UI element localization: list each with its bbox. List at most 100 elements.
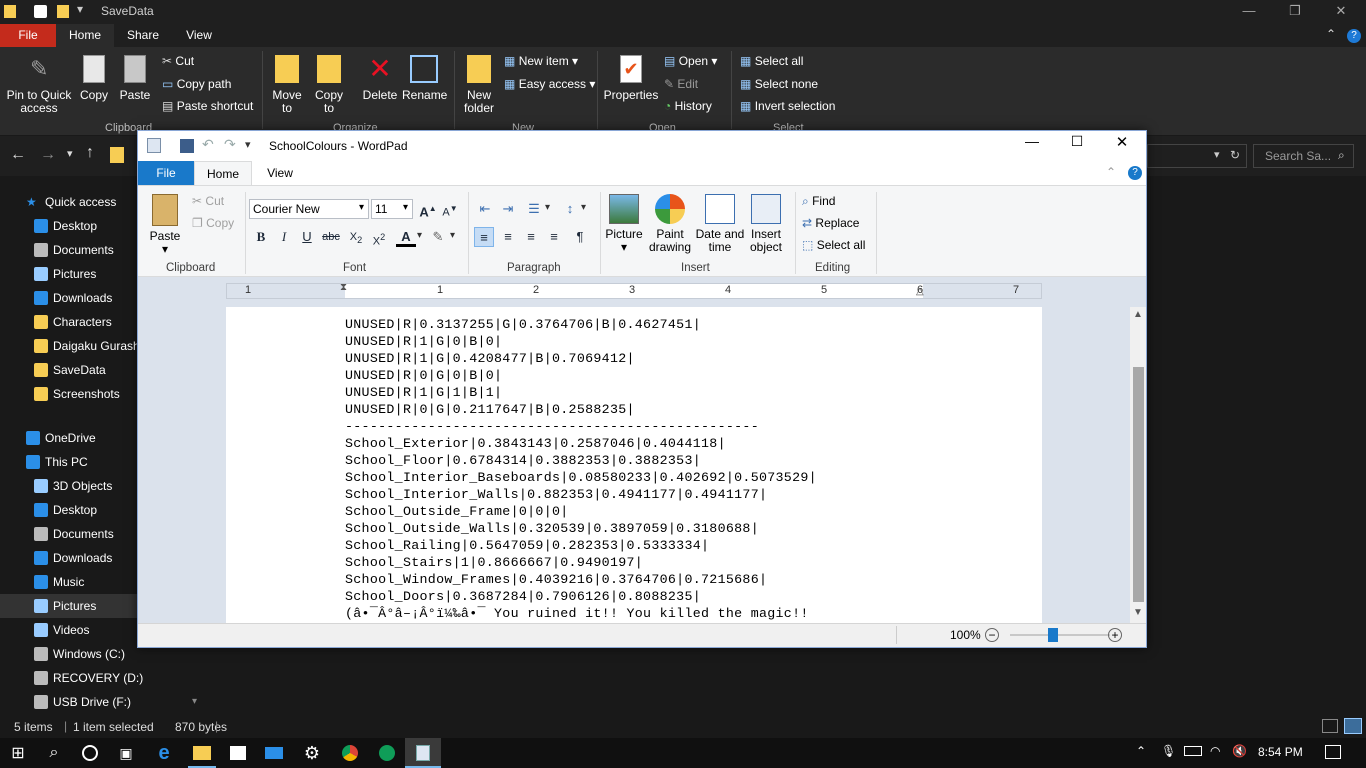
paste-shortcut-button[interactable]: ▤ Paste shortcut bbox=[162, 99, 253, 113]
nav-item-recovery-d[interactable]: RECOVERY (D:) bbox=[0, 666, 196, 690]
wordpad-copy-button[interactable]: ❐ Copy bbox=[192, 216, 234, 230]
store-taskbar-button[interactable] bbox=[220, 738, 256, 768]
font-size-select[interactable]: 11 ▾ bbox=[371, 199, 413, 219]
wordpad-select-all-button[interactable]: ⬚ Select all bbox=[802, 238, 865, 252]
battery-icon[interactable] bbox=[1184, 746, 1202, 756]
increase-indent-icon[interactable]: ⇥ bbox=[498, 199, 518, 219]
copy-path-button[interactable]: ▭ Copy path bbox=[162, 77, 231, 91]
select-none-button[interactable]: ▦ Select none bbox=[740, 77, 818, 91]
wordpad-cut-button[interactable]: ✂ Cut bbox=[192, 194, 224, 208]
wordpad-close-button[interactable]: ✕ bbox=[1108, 133, 1136, 157]
settings-taskbar-button[interactable]: ⚙ bbox=[294, 738, 330, 768]
show-hidden-icons-icon[interactable]: ⌃ bbox=[1136, 744, 1146, 758]
file-explorer-taskbar-button[interactable] bbox=[184, 738, 220, 768]
properties-button[interactable]: ✔ Properties bbox=[603, 55, 659, 102]
insert-object-button[interactable]: Insert object bbox=[746, 194, 786, 254]
grow-font-icon[interactable]: A▲ bbox=[418, 199, 438, 219]
move-to-button[interactable]: Move to bbox=[270, 55, 304, 115]
superscript-icon[interactable]: X2 bbox=[369, 227, 389, 248]
forward-arrow-icon[interactable]: → bbox=[40, 146, 56, 164]
search-input[interactable]: Search Sa... bbox=[1265, 149, 1331, 163]
task-view-button[interactable]: ▣ bbox=[108, 738, 144, 768]
wordpad-tab-file[interactable]: File bbox=[138, 161, 194, 185]
tab-share[interactable]: Share bbox=[114, 24, 172, 48]
mail-taskbar-button[interactable] bbox=[256, 738, 292, 768]
find-button[interactable]: ⌕ Find bbox=[802, 194, 835, 209]
hangouts-taskbar-button[interactable] bbox=[369, 738, 405, 768]
scroll-up-icon[interactable]: ▲ bbox=[1133, 309, 1143, 320]
invert-selection-button[interactable]: ▦ Invert selection bbox=[740, 99, 835, 113]
paragraph-settings-icon[interactable]: ¶ bbox=[570, 227, 590, 247]
wordpad-help-icon[interactable]: ? bbox=[1128, 166, 1142, 180]
line-spacing-dropdown-icon[interactable]: ▾ bbox=[581, 202, 586, 213]
wordpad-taskbar-button[interactable] bbox=[405, 738, 441, 768]
document-area[interactable]: UNUSED|R|0.3137255|G|0.3764706|B|0.46274… bbox=[138, 307, 1146, 623]
line-spacing-icon[interactable]: ↕ bbox=[560, 199, 580, 219]
align-right-icon[interactable]: ≡ bbox=[521, 227, 541, 247]
open-button[interactable]: ▤ Open ▾ bbox=[664, 54, 717, 68]
align-center-icon[interactable]: ≡ bbox=[498, 227, 518, 247]
chrome-taskbar-button[interactable] bbox=[332, 738, 368, 768]
qat-dropdown-icon[interactable]: ▾ bbox=[77, 2, 83, 16]
text-color-dropdown-icon[interactable]: ▾ bbox=[417, 230, 422, 241]
zoom-in-icon[interactable]: + bbox=[1108, 628, 1122, 642]
new-item-button[interactable]: ▦ New item ▾ bbox=[504, 54, 578, 68]
copy-to-button[interactable]: Copy to bbox=[312, 55, 346, 115]
close-button[interactable]: ✕ bbox=[1318, 0, 1364, 24]
bold-icon[interactable]: B bbox=[251, 227, 271, 247]
decrease-indent-icon[interactable]: ⇤ bbox=[475, 199, 495, 219]
search-button[interactable]: ⌕ bbox=[36, 738, 72, 768]
save-qat-icon[interactable] bbox=[180, 139, 194, 153]
collapse-ribbon-icon[interactable]: ⌃ bbox=[1326, 27, 1336, 41]
wordpad-tab-view[interactable]: View bbox=[252, 161, 308, 185]
refresh-icon[interactable]: ↻ bbox=[1230, 148, 1240, 162]
date-time-button[interactable]: Date and time bbox=[694, 194, 746, 254]
edge-taskbar-button[interactable]: e bbox=[146, 738, 182, 768]
help-icon[interactable]: ? bbox=[1347, 29, 1361, 43]
history-button[interactable]: ◔ History bbox=[664, 99, 712, 113]
subscript-icon[interactable]: X2 bbox=[346, 227, 366, 247]
address-dropdown-icon[interactable]: ▾ bbox=[1214, 148, 1220, 161]
highlight-icon[interactable]: ✎ bbox=[428, 227, 448, 247]
properties-qat-icon[interactable] bbox=[34, 5, 47, 18]
zoom-slider-thumb[interactable] bbox=[1048, 628, 1058, 642]
select-all-button[interactable]: ▦ Select all bbox=[740, 54, 803, 68]
cut-button[interactable]: ✂ Cut bbox=[162, 54, 194, 68]
wifi-icon[interactable]: ◠ bbox=[1210, 744, 1220, 758]
zoom-out-icon[interactable]: − bbox=[985, 628, 999, 642]
align-left-icon[interactable]: ≡ bbox=[474, 227, 494, 247]
back-arrow-icon[interactable]: ← bbox=[10, 146, 26, 164]
address-box-end[interactable]: ▾ ↻ bbox=[1147, 144, 1247, 168]
paint-drawing-button[interactable]: Paint drawing bbox=[648, 194, 692, 254]
details-view-icon[interactable] bbox=[1322, 719, 1338, 733]
justify-icon[interactable]: ≡ bbox=[544, 227, 564, 247]
up-arrow-icon[interactable]: ↑ bbox=[86, 144, 94, 162]
font-family-select[interactable]: Courier New ▾ bbox=[249, 199, 369, 219]
insert-picture-button[interactable]: Picture ▾ bbox=[604, 194, 644, 254]
edit-button[interactable]: ✎ Edit bbox=[664, 77, 698, 91]
large-icons-view-icon[interactable] bbox=[1344, 718, 1362, 734]
strikethrough-icon[interactable]: abc bbox=[321, 227, 341, 247]
maximize-button[interactable]: ❐ bbox=[1272, 0, 1318, 24]
wordpad-tab-home[interactable]: Home bbox=[194, 161, 252, 186]
nav-item-usb-drive-f[interactable]: USB Drive (F:) bbox=[0, 690, 196, 714]
cortana-button[interactable] bbox=[72, 738, 108, 768]
new-folder-button[interactable]: New folder bbox=[460, 55, 498, 115]
microphone-icon[interactable]: 🎙 bbox=[1161, 744, 1176, 758]
redo-qat-icon[interactable]: ↷ bbox=[224, 136, 236, 153]
nav-scroll-down-icon[interactable]: ▾ bbox=[192, 696, 197, 707]
copy-button[interactable]: Copy bbox=[78, 55, 110, 102]
shrink-font-icon[interactable]: A▼ bbox=[440, 199, 460, 219]
minimize-button[interactable]: — bbox=[1226, 0, 1272, 24]
scrollbar-thumb[interactable] bbox=[1133, 367, 1144, 602]
pin-to-quick-access-button[interactable]: ✎ Pin to Quick access bbox=[4, 55, 74, 115]
vertical-scrollbar[interactable]: ▲ ▼ bbox=[1130, 307, 1146, 623]
bullets-icon[interactable]: ☰ bbox=[524, 199, 544, 219]
tab-home[interactable]: Home bbox=[56, 24, 114, 48]
zoom-slider[interactable] bbox=[1010, 634, 1110, 636]
bullets-dropdown-icon[interactable]: ▾ bbox=[545, 202, 550, 213]
wordpad-paste-button[interactable]: Paste ▾ bbox=[146, 194, 184, 256]
new-folder-qat-icon[interactable] bbox=[57, 5, 69, 18]
minimize-ribbon-icon[interactable]: ⌃ bbox=[1106, 165, 1116, 179]
rename-button[interactable]: Rename bbox=[402, 55, 447, 102]
